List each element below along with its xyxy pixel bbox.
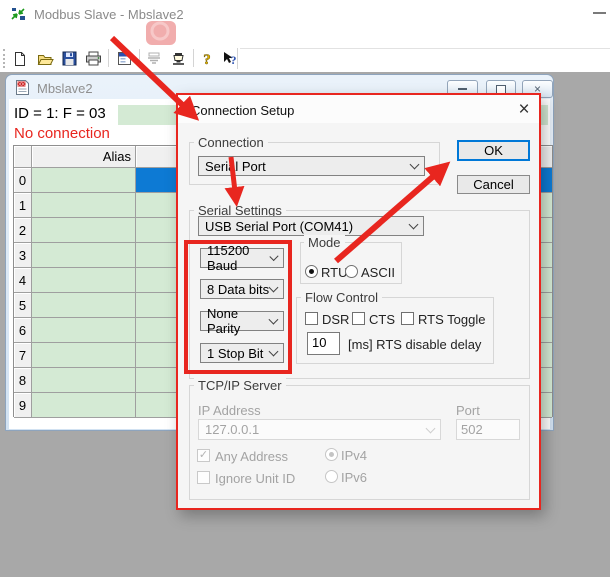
data-bits-dropdown[interactable]: 8 Data bits — [200, 279, 284, 299]
chevron-down-icon — [269, 347, 279, 357]
dialog-titlebar: Connection Setup × — [178, 95, 539, 123]
cts-checkbox[interactable] — [352, 312, 365, 325]
alias-cell[interactable] — [32, 268, 136, 293]
baud-rate-dropdown[interactable]: 115200 Baud — [200, 248, 284, 268]
row-header[interactable]: 4 — [14, 268, 32, 293]
row-header[interactable]: 9 — [14, 393, 32, 418]
save-icon[interactable] — [58, 48, 80, 69]
ip-address-label: IP Address — [198, 403, 261, 418]
dsr-checkbox-label: DSR — [322, 312, 349, 327]
port-input: 502 — [456, 419, 520, 440]
slave-id-function-label: ID = 1: F = 03 — [14, 105, 106, 122]
connection-type-dropdown[interactable]: Serial Port — [198, 156, 425, 176]
chevron-down-icon — [269, 283, 279, 293]
rtu-radio-label: RTU — [321, 265, 347, 280]
toolbar-edge — [240, 48, 610, 49]
ipv6-radio — [325, 470, 338, 483]
ignore-unit-id-checkbox — [197, 471, 210, 484]
ipv4-radio — [325, 448, 338, 461]
minimize-button[interactable] — [593, 12, 606, 14]
serial-port-dropdown[interactable]: USB Serial Port (COM41) — [198, 216, 424, 236]
row-header[interactable]: 3 — [14, 243, 32, 268]
toolbar-separator — [193, 49, 194, 67]
app-icon — [10, 6, 27, 23]
row-header[interactable]: 6 — [14, 318, 32, 343]
ip-address-dropdown: 127.0.0.1 — [198, 419, 441, 440]
alias-cell[interactable] — [32, 318, 136, 343]
window-title: Modbus Slave - Mbslave2 — [34, 7, 184, 22]
row-header[interactable]: 0 — [14, 168, 32, 193]
connection-group-label: Connection — [194, 135, 268, 150]
toolbar: ? ? — [0, 46, 610, 73]
communication-traffic-icon[interactable] — [143, 48, 165, 69]
main-titlebar: Modbus Slave - Mbslave2 — [0, 0, 610, 28]
alias-cell[interactable] — [32, 293, 136, 318]
dsr-checkbox[interactable] — [305, 312, 318, 325]
toolbar-separator — [237, 48, 238, 69]
cts-checkbox-label: CTS — [369, 312, 395, 327]
chevron-down-icon — [409, 220, 419, 230]
corner-header-cell[interactable] — [14, 146, 32, 168]
connection-setup-dialog: Connection Setup × Connection Serial Por… — [176, 93, 541, 510]
ipv6-radio-label: IPv6 — [341, 470, 367, 485]
document-icon: DOC — [15, 79, 30, 96]
rtu-radio[interactable] — [305, 265, 318, 278]
stop-bits-dropdown[interactable]: 1 Stop Bit — [200, 343, 284, 363]
rts-delay-label: [ms] RTS disable delay — [348, 337, 481, 352]
svg-text:DOC: DOC — [17, 82, 27, 87]
flow-control-group-label: Flow Control — [301, 290, 382, 305]
dialog-title: Connection Setup — [191, 103, 294, 118]
port-label: Port — [456, 403, 480, 418]
cancel-button[interactable]: Cancel — [457, 175, 530, 194]
mode-group-label: Mode — [304, 235, 345, 250]
row-header[interactable]: 1 — [14, 193, 32, 218]
connect-icon[interactable] — [167, 48, 189, 69]
chevron-down-icon — [426, 423, 436, 433]
row-header[interactable]: 8 — [14, 368, 32, 393]
tcpip-server-group-label: TCP/IP Server — [194, 378, 286, 393]
child-window-title: Mbslave2 — [37, 81, 93, 96]
connection-status-label: No connection — [14, 125, 110, 142]
ignore-unit-id-label: Ignore Unit ID — [215, 471, 295, 486]
any-address-checkbox: ✓ — [197, 449, 210, 462]
new-document-icon[interactable] — [9, 48, 31, 69]
parity-dropdown[interactable]: None Parity — [200, 311, 284, 331]
ascii-radio[interactable] — [345, 265, 358, 278]
alias-cell[interactable] — [32, 368, 136, 393]
open-file-icon[interactable] — [34, 48, 56, 69]
alias-cell[interactable] — [32, 243, 136, 268]
alias-cell[interactable] — [32, 343, 136, 368]
svg-text:?: ? — [230, 53, 236, 67]
ipv4-radio-label: IPv4 — [341, 448, 367, 463]
alias-column-header[interactable]: Alias — [32, 146, 136, 168]
close-icon[interactable]: × — [514, 99, 534, 119]
alias-cell[interactable] — [32, 218, 136, 243]
alias-cell[interactable] — [32, 168, 136, 193]
alias-cell[interactable] — [32, 193, 136, 218]
rts-toggle-checkbox-label: RTS Toggle — [418, 312, 485, 327]
ok-button[interactable]: OK — [457, 140, 530, 161]
row-header[interactable]: 5 — [14, 293, 32, 318]
help-icon[interactable]: ? — [196, 48, 218, 69]
ascii-radio-label: ASCII — [361, 265, 395, 280]
toolbar-separator — [108, 49, 109, 67]
row-header[interactable]: 2 — [14, 218, 32, 243]
rts-toggle-checkbox[interactable] — [401, 312, 414, 325]
svg-text:?: ? — [203, 52, 211, 67]
toolbar-separator — [139, 49, 140, 67]
print-icon[interactable] — [82, 48, 104, 69]
toolbar-gripper — [3, 49, 5, 68]
row-header[interactable]: 7 — [14, 343, 32, 368]
display-setup-icon[interactable] — [113, 48, 135, 69]
rts-delay-input[interactable]: 10 — [307, 332, 340, 355]
any-address-label: Any Address — [215, 449, 288, 464]
chevron-down-icon — [410, 160, 420, 170]
alias-cell[interactable] — [32, 393, 136, 418]
